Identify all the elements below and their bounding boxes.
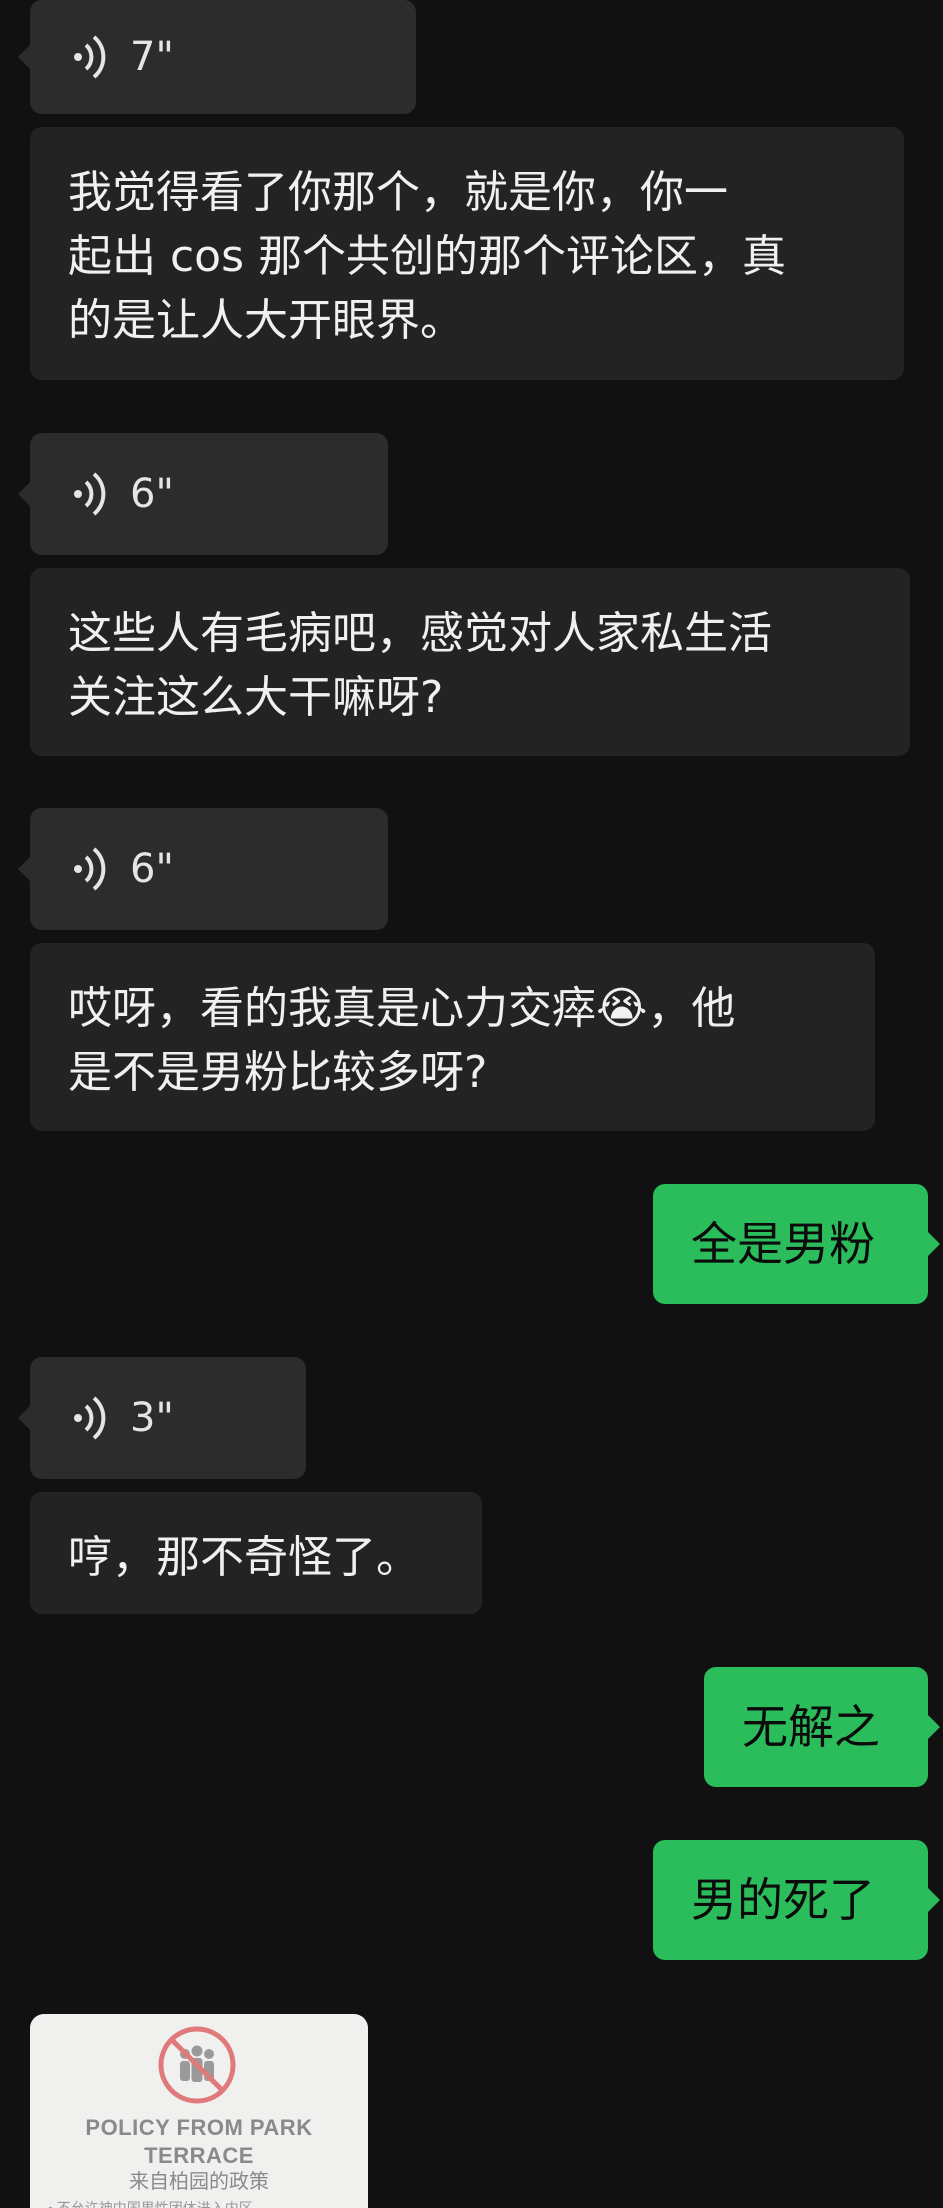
voice-message[interactable]: 3" [18, 1357, 306, 1479]
sticker-title: POLICY FROM PARK TERRACE [85, 2115, 313, 2168]
voice-duration: 6" [130, 471, 174, 517]
voice-wave-icon [74, 35, 106, 79]
incoming-text-message[interactable]: 哎呀，看的我真是心力交瘁😭，他 是不是男粉比较多呀? [30, 943, 875, 1131]
voice-message[interactable]: 7" [18, 0, 416, 114]
bubble-tail [18, 482, 30, 506]
voice-message[interactable]: 6" [18, 433, 388, 555]
outgoing-text-message[interactable]: 全是男粉 [653, 1184, 940, 1304]
voice-duration: 6" [130, 846, 174, 892]
sticker-image[interactable]: POLICY FROM PARK TERRACE 来自柏园的政策 • 不允许神中… [30, 2014, 368, 2208]
voice-duration: 7" [130, 34, 174, 80]
incoming-text-message[interactable]: 我觉得看了你那个，就是你，你一 起出 cos 那个共创的那个评论区，真 的是让人… [30, 127, 904, 380]
bubble-tail [18, 45, 30, 69]
message-text: 全是男粉 [691, 1217, 875, 1271]
voice-message[interactable]: 6" [18, 808, 388, 930]
voice-wave-icon [74, 472, 106, 516]
message-text: 我觉得看了你那个，就是你，你一 起出 cos 那个共创的那个评论区，真 的是让人… [68, 167, 787, 346]
voice-wave-icon [74, 847, 106, 891]
voice-duration: 3" [130, 1395, 174, 1441]
outgoing-text-message[interactable]: 男的死了 [653, 1840, 940, 1960]
bubble-tail [928, 1715, 940, 1739]
message-text: 男的死了 [691, 1873, 875, 1927]
sticker-subtitle: 来自柏园的政策 [129, 2171, 269, 2193]
sticker-note: • 不允许神中国男性团体进入内区 [48, 2200, 253, 2208]
incoming-text-message[interactable]: 哼，那不奇怪了。 [30, 1492, 482, 1614]
voice-wave-icon [74, 1396, 106, 1440]
no-group-icon [158, 2026, 236, 2104]
outgoing-text-message[interactable]: 无解之 [704, 1667, 940, 1787]
bubble-tail [18, 857, 30, 881]
message-text: 无解之 [742, 1700, 880, 1754]
message-text: 哎呀，看的我真是心力交瘁😭，他 是不是男粉比较多呀? [68, 983, 736, 1098]
message-text: 这些人有毛病吧，感觉对人家私生活 关注这么大干嘛呀? [68, 608, 772, 723]
bubble-tail [928, 1888, 940, 1912]
bubble-tail [18, 1406, 30, 1430]
incoming-text-message[interactable]: 这些人有毛病吧，感觉对人家私生活 关注这么大干嘛呀? [30, 568, 910, 756]
message-text: 哼，那不奇怪了。 [68, 1532, 420, 1583]
bubble-tail [928, 1232, 940, 1256]
